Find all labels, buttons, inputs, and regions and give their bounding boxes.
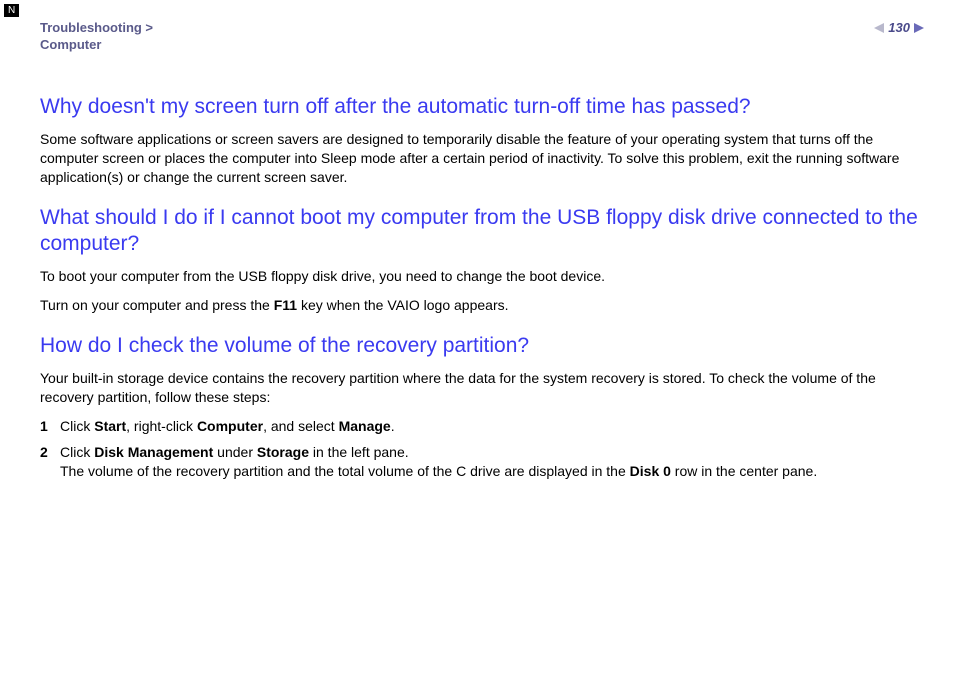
ui-term: Manage — [339, 418, 391, 434]
text-fragment: , and select — [263, 418, 339, 434]
page-nav: 130 — [874, 20, 924, 35]
text-fragment: Click — [60, 444, 94, 460]
body-text: To boot your computer from the USB flopp… — [40, 267, 924, 286]
arrow-left-icon[interactable] — [874, 23, 884, 33]
breadcrumb-line1: Troubleshooting > — [40, 20, 153, 35]
step-text: Click Disk Management under Storage in t… — [60, 443, 924, 482]
ui-term: Computer — [197, 418, 263, 434]
text-fragment: Turn on your computer and press the — [40, 297, 274, 313]
ui-term: Disk 0 — [630, 463, 671, 479]
breadcrumb-line2: Computer — [40, 37, 101, 52]
arrow-right-icon[interactable] — [914, 23, 924, 33]
text-fragment: row in the center pane. — [671, 463, 817, 479]
text-fragment: . — [391, 418, 395, 434]
ui-term: Disk Management — [94, 444, 213, 460]
text-fragment: Click — [60, 418, 94, 434]
body-text: Turn on your computer and press the F11 … — [40, 296, 924, 315]
ui-term: Storage — [257, 444, 309, 460]
step-number: 2 — [40, 443, 60, 482]
question-heading-2: What should I do if I cannot boot my com… — [40, 205, 924, 258]
key-name: F11 — [274, 297, 297, 313]
breadcrumb: Troubleshooting > Computer — [40, 20, 153, 54]
text-fragment: The volume of the recovery partition and… — [60, 463, 630, 479]
steps-list: 1 Click Start, right-click Computer, and… — [40, 417, 924, 482]
body-text: Some software applications or screen sav… — [40, 130, 924, 187]
question-heading-3: How do I check the volume of the recover… — [40, 333, 924, 359]
step-text: Click Start, right-click Computer, and s… — [60, 417, 924, 437]
text-fragment: , right-click — [126, 418, 197, 434]
corner-marker: N — [4, 4, 19, 17]
text-fragment: in the left pane. — [309, 444, 409, 460]
step-number: 1 — [40, 417, 60, 437]
page-header: Troubleshooting > Computer 130 — [40, 20, 924, 54]
question-heading-1: Why doesn't my screen turn off after the… — [40, 94, 924, 120]
ui-term: Start — [94, 418, 126, 434]
step-item: 1 Click Start, right-click Computer, and… — [40, 417, 924, 437]
text-fragment: under — [213, 444, 257, 460]
step-item: 2 Click Disk Management under Storage in… — [40, 443, 924, 482]
body-text: Your built-in storage device contains th… — [40, 369, 924, 407]
page-number: 130 — [888, 20, 910, 35]
text-fragment: key when the VAIO logo appears. — [297, 297, 508, 313]
